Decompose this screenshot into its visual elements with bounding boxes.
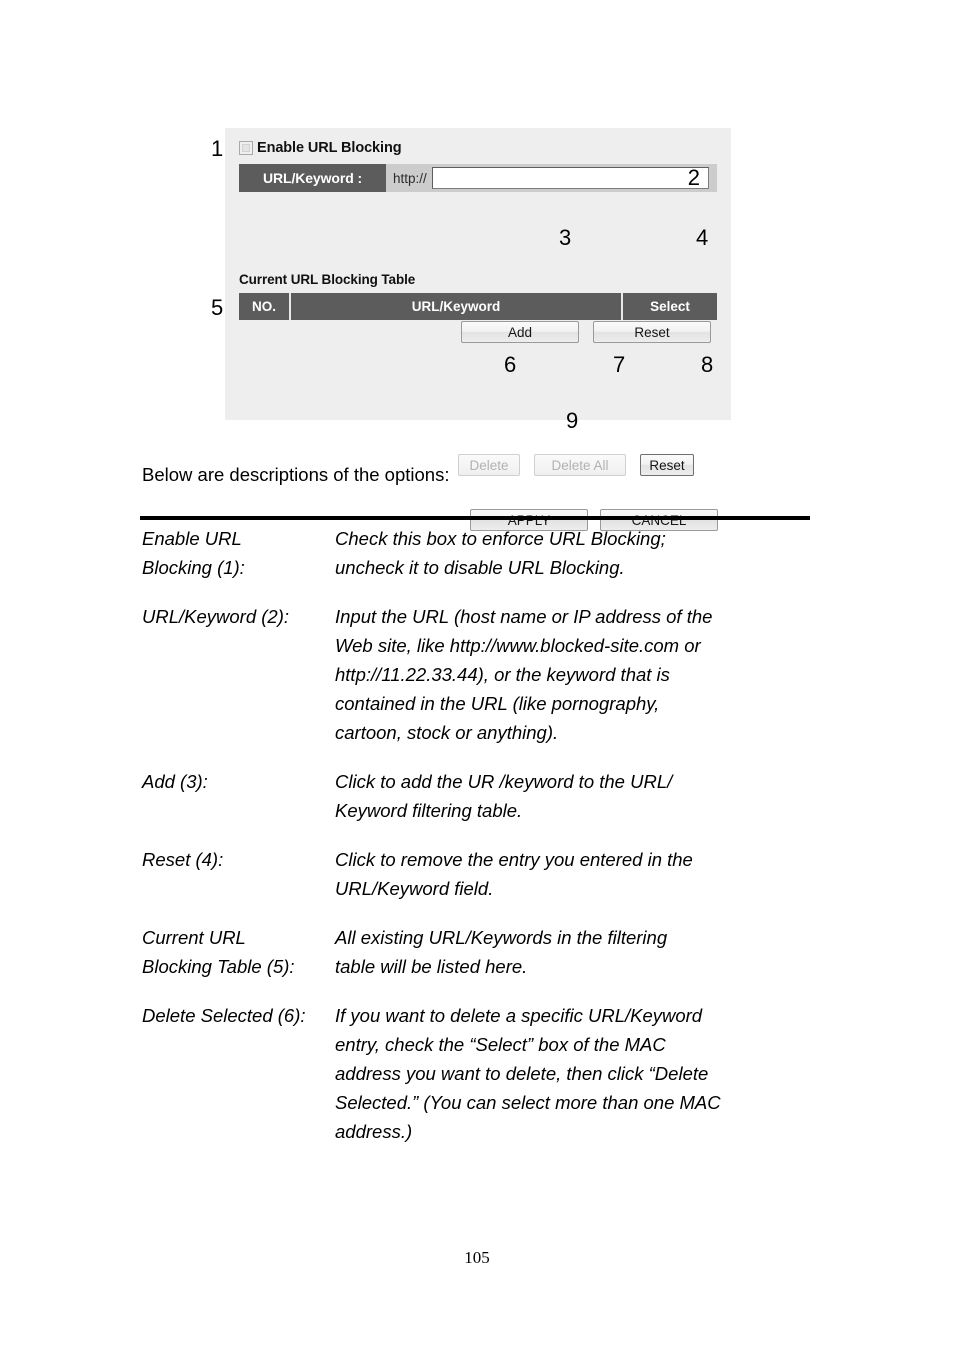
add-button[interactable]: Add xyxy=(461,321,579,343)
delete-button-row: Delete Delete All Reset xyxy=(458,454,694,476)
url-keyword-input[interactable]: 2 xyxy=(431,165,709,190)
callout-7: 7 xyxy=(613,352,626,377)
delete-button[interactable]: Delete xyxy=(458,454,520,476)
reset-button[interactable]: Reset xyxy=(593,321,711,343)
current-url-blocking-table-header: NO. URL/Keyword Select xyxy=(239,293,717,320)
column-header-select: Select xyxy=(650,299,690,314)
url-keyword-field-row: URL/Keyword : http:// 2 xyxy=(239,164,717,192)
callout-2: 2 xyxy=(687,165,700,190)
page-number: 105 xyxy=(464,1248,490,1267)
callout-6: 6 xyxy=(504,352,517,377)
callout-8: 8 xyxy=(701,352,714,377)
column-header-url-keyword: URL/Keyword xyxy=(291,293,623,320)
definition-item: Add (3): Click to add the UR /keyword to… xyxy=(142,767,842,825)
callout-9: 9 xyxy=(566,408,579,433)
definition-item: URL/Keyword (2): Input the URL (host nam… xyxy=(142,602,842,747)
callout-5: 5 xyxy=(211,295,224,320)
definition-description: All existing URL/Keywords in the filteri… xyxy=(335,927,668,977)
table-reset-button[interactable]: Reset xyxy=(640,454,694,476)
url-keyword-field-label: URL/Keyword : xyxy=(239,164,386,192)
definition-item: Reset (4): Click to remove the entry you… xyxy=(142,845,842,903)
definition-term: Reset (4): xyxy=(142,849,224,870)
enable-url-blocking-label: Enable URL Blocking xyxy=(257,140,402,156)
url-protocol-prefix: http:// xyxy=(386,164,432,192)
callout-4: 4 xyxy=(696,225,709,250)
router-ui-figure: Enable URL Blocking URL/Keyword : http:/… xyxy=(0,0,954,531)
callout-1: 1 xyxy=(211,136,224,161)
definition-item: Enable URL Blocking (1): Check this box … xyxy=(142,524,842,582)
enable-url-blocking-row[interactable]: Enable URL Blocking xyxy=(239,140,402,156)
intro-paragraph: Below are descriptions of the options: xyxy=(142,464,450,485)
definition-term: URL/Keyword (2): xyxy=(142,606,290,627)
definition-item: Current URL Blocking Table (5): All exis… xyxy=(142,923,842,981)
add-reset-button-row: Add Reset xyxy=(461,321,711,343)
definition-term: Add (3): xyxy=(142,771,208,792)
section-divider-rule xyxy=(140,516,810,520)
enable-url-blocking-checkbox[interactable] xyxy=(239,141,253,155)
delete-all-button[interactable]: Delete All xyxy=(534,454,626,476)
definition-description: If you want to delete a specific URL/Key… xyxy=(335,1005,721,1142)
definition-item: Delete Selected (6): If you want to dele… xyxy=(142,1001,842,1146)
callout-3: 3 xyxy=(559,225,572,250)
definition-description: Click to add the UR /keyword to the URL/… xyxy=(335,771,673,821)
definition-term: Enable URL Blocking (1): xyxy=(142,528,245,578)
column-header-no: NO. xyxy=(239,293,291,320)
option-descriptions-list: Enable URL Blocking (1): Check this box … xyxy=(142,524,842,1166)
url-blocking-panel: Enable URL Blocking URL/Keyword : http:/… xyxy=(225,128,731,531)
current-url-blocking-table-title: Current URL Blocking Table xyxy=(239,272,416,287)
definition-description: Input the URL (host name or IP address o… xyxy=(335,606,713,743)
definition-term: Delete Selected (6): xyxy=(142,1005,306,1026)
definition-term: Current URL Blocking Table (5): xyxy=(142,927,295,977)
definition-description: Check this box to enforce URL Blocking; … xyxy=(335,528,666,578)
definition-description: Click to remove the entry you entered in… xyxy=(335,849,693,899)
